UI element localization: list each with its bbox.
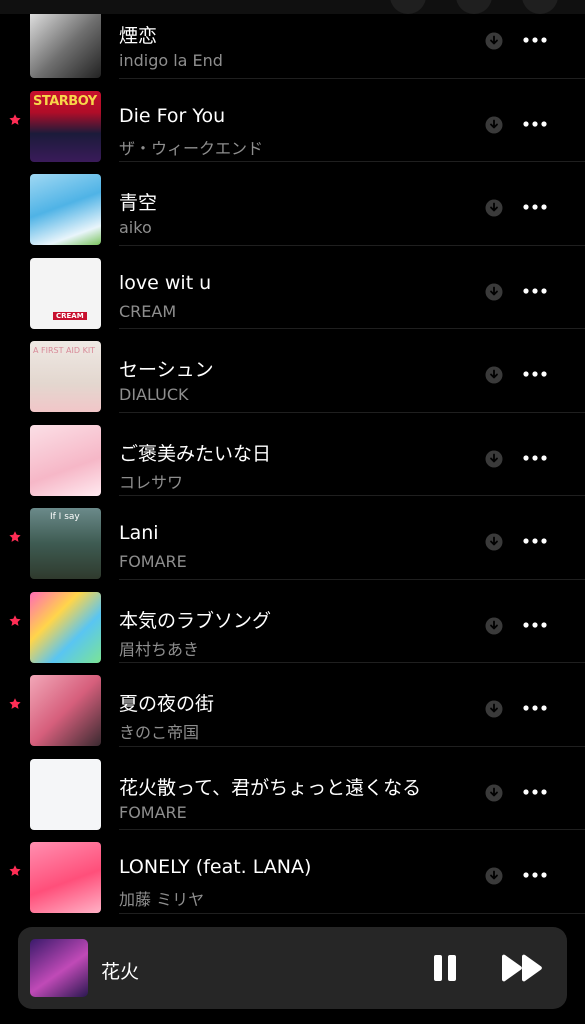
song-list: 煙恋 indigo la End STARBOY Die For You ザ・ウ… bbox=[0, 0, 585, 914]
album-art bbox=[30, 758, 101, 830]
download-icon[interactable] bbox=[485, 116, 503, 134]
song-title: Die For You bbox=[119, 104, 226, 127]
album-art: STARBOY bbox=[30, 90, 101, 162]
song-artist: 眉村ちあき bbox=[119, 639, 200, 659]
album-art: CREAM bbox=[30, 257, 101, 329]
song-row[interactable]: ご褒美みたいな日 コレサワ bbox=[0, 413, 585, 496]
album-art bbox=[30, 591, 101, 663]
star-icon bbox=[9, 113, 21, 125]
album-art-text: If I say bbox=[50, 512, 80, 522]
now-playing-title: 花火 bbox=[101, 961, 140, 983]
more-icon[interactable] bbox=[522, 701, 548, 715]
song-row[interactable]: CREAM love wit u CREAM bbox=[0, 246, 585, 329]
download-icon[interactable] bbox=[485, 617, 503, 635]
download-icon[interactable] bbox=[485, 784, 503, 802]
album-art bbox=[30, 842, 101, 913]
song-artist: FOMARE bbox=[119, 802, 187, 822]
song-row[interactable]: 花火散って、君がちょっと遠くなる FOMARE bbox=[0, 747, 585, 830]
song-artist: FOMARE bbox=[119, 552, 187, 571]
song-title: 煙恋 bbox=[119, 25, 158, 47]
mini-player[interactable]: 花火 bbox=[18, 927, 567, 1009]
pause-icon[interactable] bbox=[432, 953, 458, 983]
download-icon[interactable] bbox=[485, 867, 503, 885]
star-icon bbox=[9, 865, 21, 876]
fast-forward-icon[interactable] bbox=[500, 953, 544, 983]
download-icon[interactable] bbox=[485, 199, 503, 217]
album-art bbox=[30, 424, 101, 496]
row-divider bbox=[119, 912, 585, 914]
star-icon bbox=[9, 531, 21, 542]
song-row[interactable]: LONELY (feat. LANA) 加藤 ミリヤ bbox=[0, 830, 585, 914]
download-icon[interactable] bbox=[485, 366, 503, 384]
download-icon[interactable] bbox=[485, 32, 503, 50]
song-artist: indigo la End bbox=[119, 51, 223, 70]
download-icon[interactable] bbox=[485, 533, 503, 551]
song-artist: ザ・ウィークエンド bbox=[119, 138, 264, 158]
song-title: セーシュン bbox=[119, 359, 214, 381]
more-icon[interactable] bbox=[522, 785, 548, 799]
album-art bbox=[30, 174, 101, 245]
more-icon[interactable] bbox=[522, 451, 548, 465]
more-icon[interactable] bbox=[522, 367, 548, 381]
more-icon[interactable] bbox=[522, 33, 548, 47]
album-art-text: CREAM bbox=[53, 311, 87, 320]
star-icon bbox=[9, 698, 21, 709]
song-row[interactable]: A FIRST AID KIT セーシュン DIALUCK bbox=[0, 329, 585, 413]
song-title: LONELY (feat. LANA) bbox=[119, 856, 312, 878]
song-artist: 加藤 ミリヤ bbox=[119, 890, 205, 909]
song-artist: aiko bbox=[119, 218, 152, 237]
more-icon[interactable] bbox=[522, 534, 548, 548]
song-title: 青空 bbox=[119, 192, 158, 214]
song-title: 花火散って、君がちょっと遠くなる bbox=[119, 776, 422, 799]
song-row[interactable]: 青空 aiko bbox=[0, 162, 585, 246]
album-art: If I say bbox=[30, 508, 101, 579]
album-art: A FIRST AID KIT bbox=[30, 341, 101, 412]
more-icon[interactable] bbox=[522, 868, 548, 882]
song-artist: DIALUCK bbox=[119, 385, 189, 404]
top-bar bbox=[0, 0, 585, 14]
song-row[interactable]: 夏の夜の街 きのこ帝国 bbox=[0, 663, 585, 747]
star-icon bbox=[9, 614, 21, 626]
now-playing-art bbox=[30, 939, 88, 997]
song-title: love wit u bbox=[119, 271, 212, 294]
song-title: 本気のラブソング bbox=[119, 609, 272, 632]
more-icon[interactable] bbox=[522, 117, 548, 131]
download-icon[interactable] bbox=[485, 283, 503, 301]
song-artist: きのこ帝国 bbox=[119, 723, 200, 742]
album-art bbox=[30, 675, 101, 746]
album-art bbox=[30, 7, 101, 78]
song-title: 夏の夜の街 bbox=[119, 693, 215, 715]
download-icon[interactable] bbox=[485, 700, 503, 718]
more-icon[interactable] bbox=[522, 200, 548, 214]
song-title: ご褒美みたいな日 bbox=[119, 442, 272, 465]
song-row[interactable]: STARBOY Die For You ザ・ウィークエンド bbox=[0, 79, 585, 162]
more-icon[interactable] bbox=[522, 618, 548, 632]
album-art-text: A FIRST AID KIT bbox=[33, 346, 96, 355]
song-row[interactable]: 本気のラブソング 眉村ちあき bbox=[0, 580, 585, 663]
album-art-text: STARBOY bbox=[33, 93, 97, 109]
more-icon[interactable] bbox=[522, 284, 548, 298]
song-title: Lani bbox=[119, 522, 159, 544]
song-artist: コレサワ bbox=[119, 472, 184, 492]
song-row[interactable]: If I say Lani FOMARE bbox=[0, 496, 585, 580]
song-artist: CREAM bbox=[119, 301, 177, 321]
download-icon[interactable] bbox=[485, 450, 503, 468]
